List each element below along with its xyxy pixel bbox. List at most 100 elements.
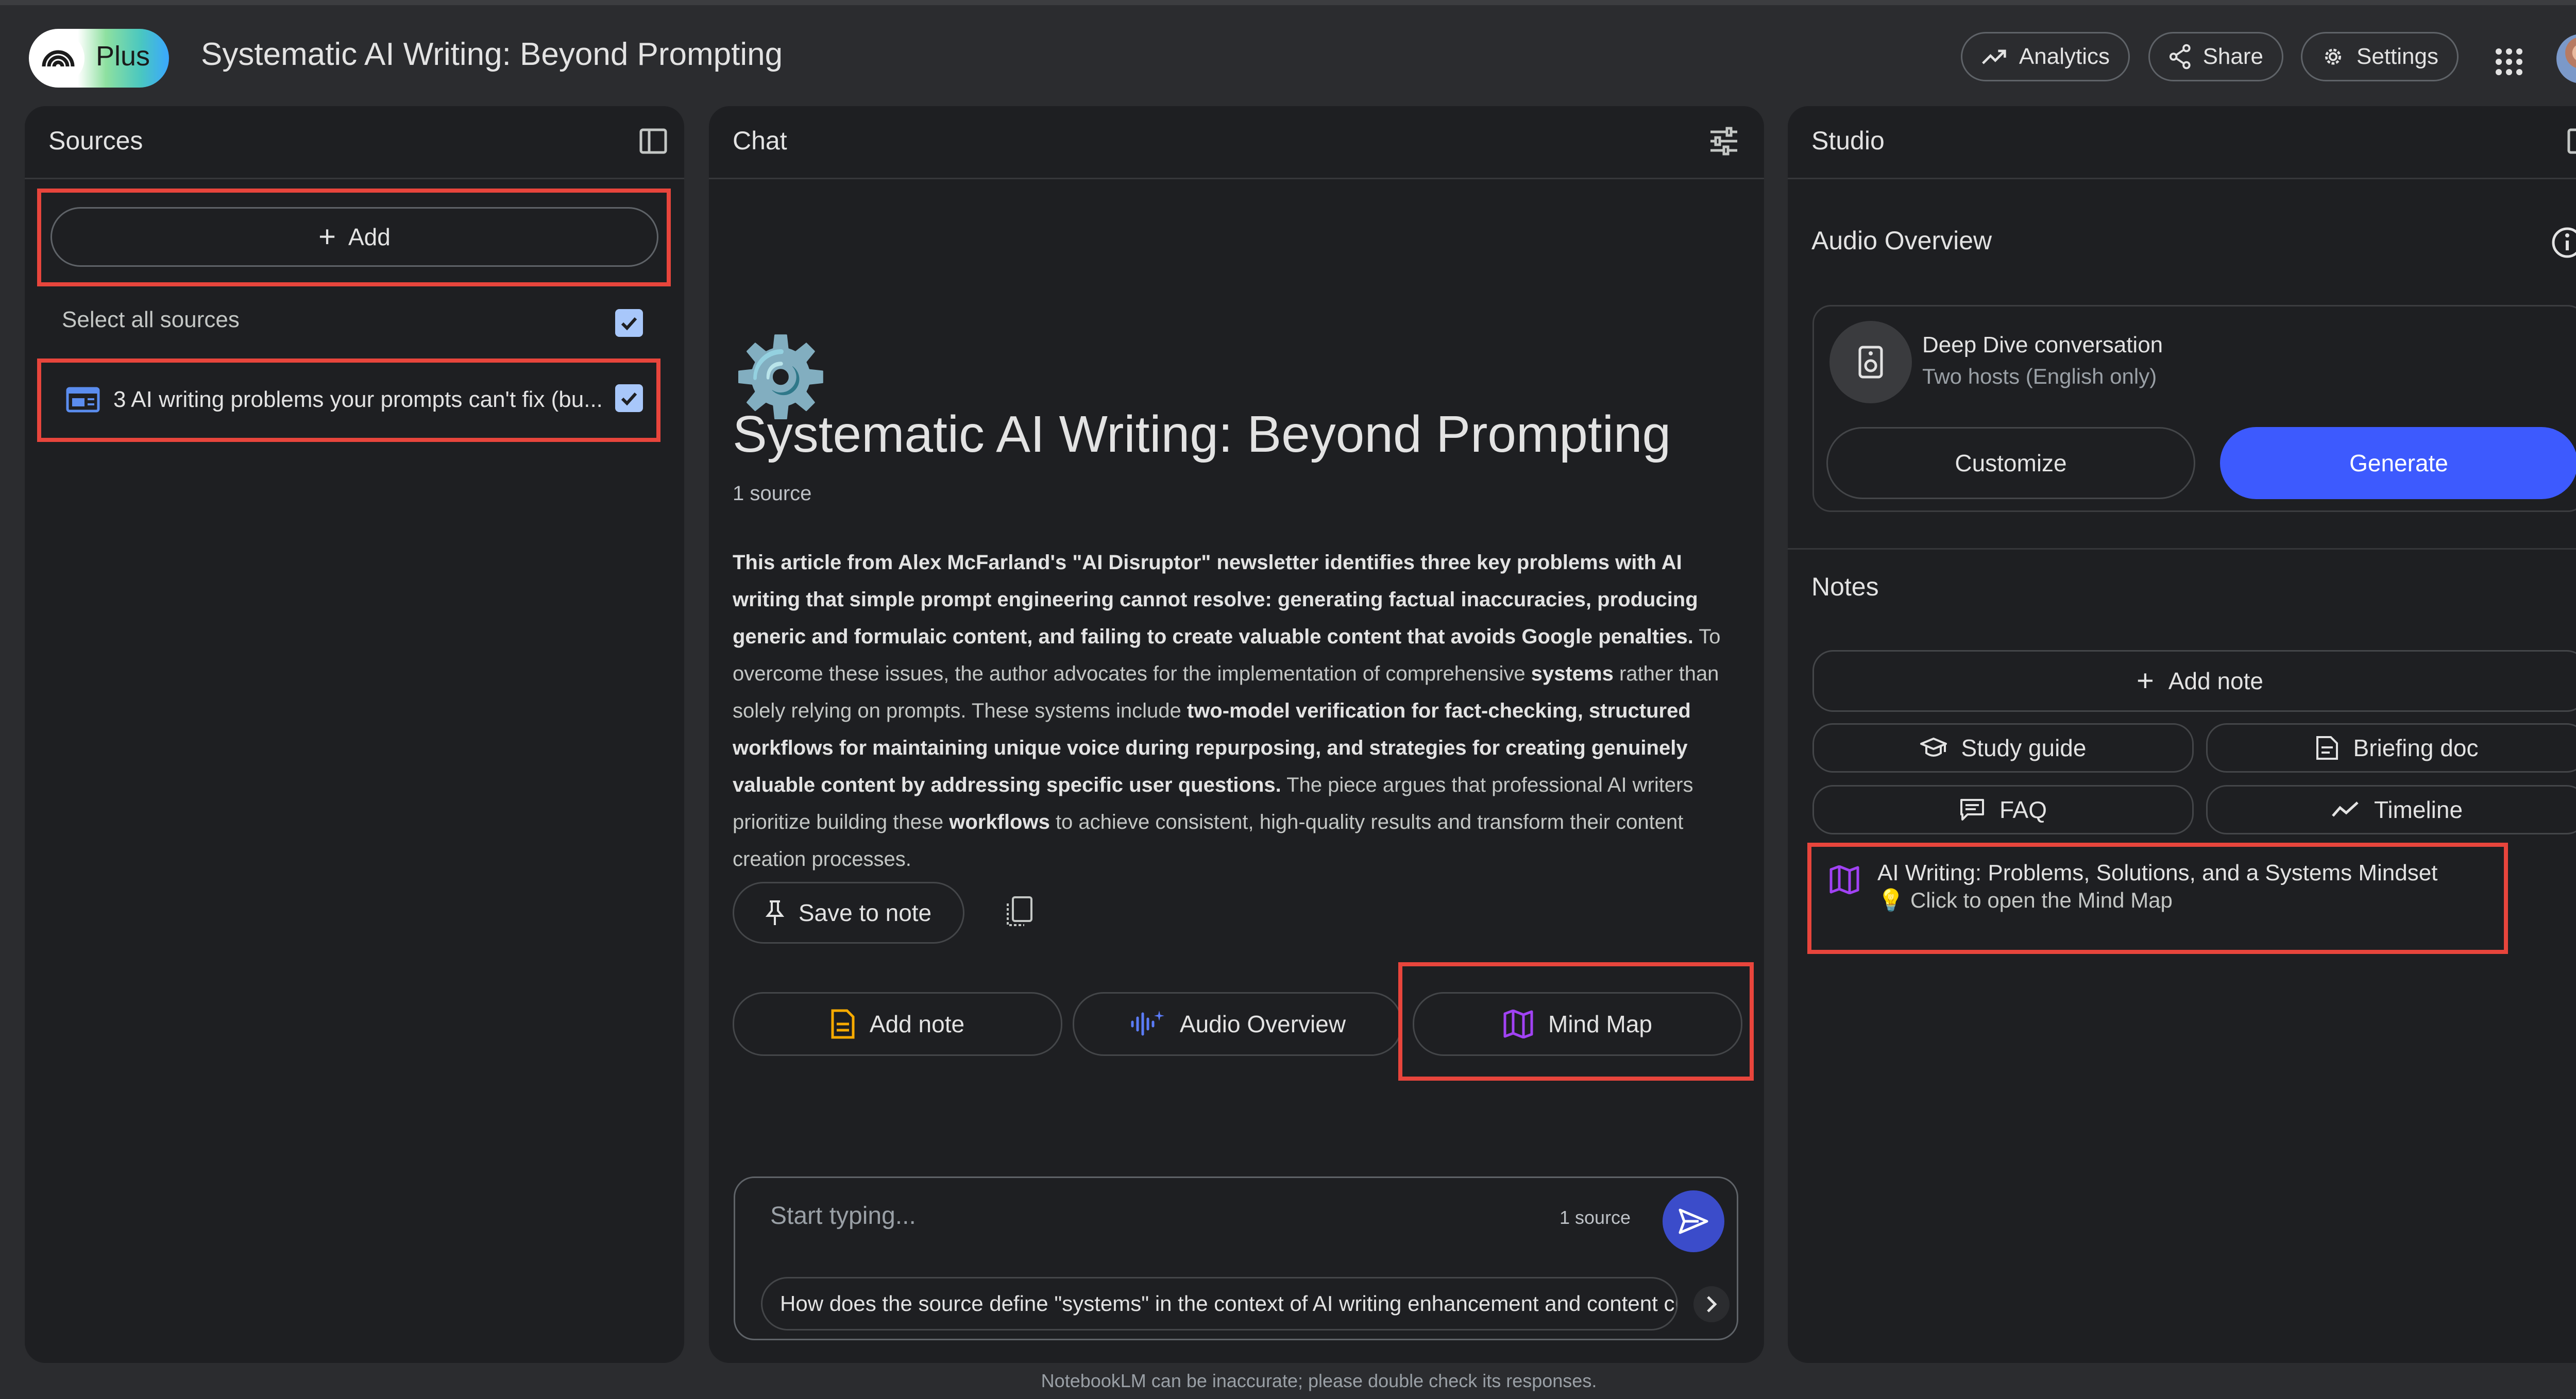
share-label: Share: [2202, 44, 2263, 69]
customize-button[interactable]: Customize: [1826, 427, 2195, 499]
plus-icon: +: [318, 220, 336, 253]
send-icon: [1679, 1208, 1708, 1234]
faq-label: FAQ: [1999, 796, 2047, 823]
analytics-label: Analytics: [2019, 44, 2110, 69]
notebook-emoji-icon: ⚙️: [733, 333, 829, 420]
check-icon: [621, 317, 637, 331]
studio-panel-header: Studio: [1788, 106, 2576, 179]
gear-icon: [2325, 48, 2342, 65]
window-top-border: [0, 0, 2576, 5]
notebook-summary: This article from Alex McFarland's "AI D…: [733, 544, 1722, 878]
faq-button[interactable]: FAQ: [1812, 785, 2194, 834]
user-avatar[interactable]: [2556, 34, 2576, 83]
info-icon[interactable]: [2550, 226, 2576, 260]
web-article-icon: [66, 387, 100, 413]
save-to-note-button[interactable]: Save to note: [733, 882, 964, 944]
source-item-checkbox[interactable]: [615, 384, 643, 412]
audio-overview-action-button[interactable]: Audio Overview: [1073, 992, 1402, 1056]
source-count: 1 source: [733, 482, 812, 505]
plus-icon: +: [2136, 664, 2154, 697]
send-button[interactable]: [1663, 1190, 1724, 1252]
note-document-icon: [831, 1009, 855, 1039]
share-icon: [2169, 44, 2191, 70]
select-all-label: Select all sources: [62, 307, 240, 332]
settings-button[interactable]: Settings: [2301, 32, 2459, 81]
study-guide-button[interactable]: Study guide: [1812, 723, 2194, 773]
audio-waveform-icon: [1131, 1011, 1164, 1036]
audio-overview-section-title: Audio Overview: [1811, 226, 1992, 255]
add-source-button[interactable]: + Add: [50, 207, 658, 267]
audio-overview-action-label: Audio Overview: [1179, 1011, 1346, 1037]
share-button[interactable]: Share: [2148, 32, 2283, 81]
trending-up-icon: [1982, 49, 2006, 64]
tune-settings-icon[interactable]: [1708, 126, 1739, 157]
chat-panel: Chat ⚙️ Systematic AI Writing: Beyond Pr…: [709, 106, 1764, 1363]
mind-map-action-label: Mind Map: [1548, 1011, 1652, 1037]
settings-label: Settings: [2357, 44, 2438, 69]
school-cap-icon: [1920, 738, 1947, 757]
timeline-icon: [2332, 801, 2359, 817]
saved-note-subtitle: 💡 Click to open the Mind Map: [1877, 888, 2173, 913]
mind-map-action-button[interactable]: Mind Map: [1413, 992, 1742, 1056]
deep-dive-title: Deep Dive conversation: [1922, 332, 2163, 357]
generate-button[interactable]: Generate: [2220, 427, 2576, 499]
source-list-item[interactable]: 3 AI writing problems your prompts can't…: [66, 374, 622, 425]
app-header: Plus Systematic AI Writing: Beyond Promp…: [0, 5, 2576, 103]
notes-section-title: Notes: [1811, 572, 1879, 601]
chevron-right-icon: [1707, 1296, 1717, 1312]
chat-input-container: Start typing... 1 source How does the so…: [734, 1176, 1738, 1340]
saved-note-title: AI Writing: Problems, Solutions, and a S…: [1877, 860, 2438, 885]
select-all-checkbox[interactable]: [615, 309, 643, 337]
analytics-button[interactable]: Analytics: [1961, 32, 2130, 81]
studio-title: Studio: [1811, 126, 1885, 155]
map-icon: [1829, 865, 1859, 894]
faq-chat-icon: [1960, 799, 1984, 821]
copy-icon[interactable]: [1004, 895, 1035, 929]
lightbulb-icon: 💡: [1877, 888, 1905, 912]
summary-bold-1: This article from Alex McFarland's "AI D…: [733, 551, 1698, 648]
studio-divider: [1788, 548, 2576, 550]
chat-title: Chat: [733, 126, 787, 155]
sources-title: Sources: [48, 126, 143, 155]
collapse-panel-icon[interactable]: [638, 126, 669, 157]
studio-panel: Studio Audio Overview Deep Dive conversa…: [1788, 106, 2576, 1363]
saved-note-subtitle-text: Click to open the Mind Map: [1910, 888, 2173, 912]
notebooklm-plus-logo[interactable]: Plus: [29, 29, 169, 88]
add-source-label: Add: [348, 224, 391, 250]
sources-panel-header: Sources: [25, 106, 684, 179]
apps-grid-icon[interactable]: [2494, 46, 2524, 77]
add-note-button[interactable]: + Add note: [1812, 650, 2576, 712]
notebook-title[interactable]: Systematic AI Writing: Beyond Prompting: [201, 36, 783, 73]
collapse-panel-icon[interactable]: [2566, 126, 2576, 157]
source-item-label: 3 AI writing problems your prompts can't…: [113, 387, 603, 412]
speaker-icon: [1829, 321, 1912, 403]
summary-bold-2: systems: [1531, 662, 1614, 685]
footer-disclaimer: NotebookLM can be inaccurate; please dou…: [1041, 1370, 1597, 1391]
map-icon: [1503, 1010, 1533, 1038]
suggested-question-chip[interactable]: How does the source define "systems" in …: [761, 1277, 1678, 1330]
audio-overview-card: Deep Dive conversation Two hosts (Englis…: [1812, 305, 2576, 512]
add-note-action-label: Add note: [869, 1011, 965, 1037]
chat-input[interactable]: Start typing...: [770, 1202, 916, 1230]
timeline-label: Timeline: [2374, 796, 2463, 823]
add-note-label: Add note: [2168, 668, 2264, 694]
plus-badge-label: Plus: [96, 41, 150, 72]
check-icon: [621, 392, 637, 406]
briefing-doc-icon: [2316, 736, 2338, 760]
next-suggestion-button[interactable]: [1693, 1286, 1730, 1322]
briefing-doc-button[interactable]: Briefing doc: [2206, 723, 2576, 773]
chat-panel-header: Chat: [709, 106, 1764, 179]
study-guide-label: Study guide: [1961, 735, 2087, 761]
timeline-button[interactable]: Timeline: [2206, 785, 2576, 834]
notebooklm-logo-icon: [32, 32, 84, 84]
sources-panel: Sources + Add Select all sources 3 AI wr…: [25, 106, 684, 1363]
pin-icon: [765, 900, 784, 925]
suggested-question-text: How does the source define "systems" in …: [780, 1291, 1678, 1316]
add-note-action-button[interactable]: Add note: [733, 992, 1062, 1056]
notebook-heading: Systematic AI Writing: Beyond Prompting: [733, 405, 1671, 463]
deep-dive-subtitle: Two hosts (English only): [1922, 364, 2157, 388]
save-to-note-label: Save to note: [798, 899, 932, 926]
briefing-doc-label: Briefing doc: [2353, 735, 2479, 761]
summary-bold-4: workflows: [949, 811, 1050, 833]
chat-source-count: 1 source: [1560, 1207, 1631, 1228]
